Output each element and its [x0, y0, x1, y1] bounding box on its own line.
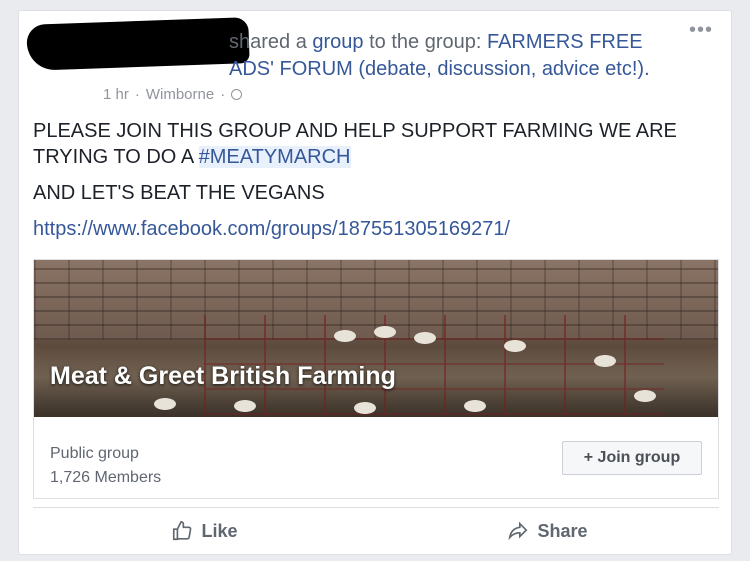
- post-time[interactable]: 1 hr: [103, 86, 129, 103]
- post-url[interactable]: https://www.facebook.com/groups/18755130…: [33, 216, 713, 242]
- post-header-text: shared a group to the group: FARMERS FRE…: [229, 29, 679, 83]
- cover-lamb: [504, 340, 526, 352]
- cover-lamb: [594, 355, 616, 367]
- post-paragraph-1-text: PLEASE JOIN THIS GROUP AND HELP SUPPORT …: [33, 120, 677, 168]
- share-button[interactable]: Share: [376, 511, 719, 551]
- post-card: ••• xxxxxxxxxxxxxxxxxxxxxxxxxxxxx shared…: [18, 10, 732, 555]
- post-actions: Like Share: [33, 511, 719, 551]
- post-paragraph-1: PLEASE JOIN THIS GROUP AND HELP SUPPORT …: [33, 118, 713, 170]
- cover-lamb: [634, 390, 656, 402]
- actions-divider: [33, 507, 719, 508]
- share-arrow-icon: [508, 521, 528, 541]
- hashtag-link[interactable]: #MEATYMARCH: [198, 146, 351, 168]
- cover-lamb: [374, 326, 396, 338]
- group-cover-photo[interactable]: Meat & Greet British Farming: [34, 260, 718, 417]
- cover-lamb: [464, 400, 486, 412]
- group-type: Public group: [50, 445, 139, 462]
- cover-lamb: [234, 400, 256, 412]
- shared-text-pre: shared a: [229, 31, 313, 53]
- cover-lamb: [354, 402, 376, 414]
- group-members: 1,726 Members: [50, 469, 162, 486]
- cover-lamb: [414, 332, 436, 344]
- thumbs-up-icon: [173, 521, 192, 541]
- cover-lamb: [154, 398, 176, 410]
- more-options-icon[interactable]: •••: [689, 20, 713, 40]
- join-group-button[interactable]: + Join group: [562, 441, 702, 475]
- group-attachment[interactable]: Meat & Greet British Farming Public grou…: [33, 259, 719, 499]
- group-name[interactable]: Meat & Greet British Farming: [50, 362, 396, 391]
- post-meta: 1 hr · Wimborne ·: [103, 86, 243, 103]
- share-label: Share: [537, 520, 588, 541]
- group-link[interactable]: group: [312, 31, 363, 53]
- post-paragraph-2: AND LET'S BEAT THE VEGANS: [33, 182, 325, 204]
- group-info: Public group 1,726 Members + Join group: [34, 417, 718, 498]
- post-body: PLEASE JOIN THIS GROUP AND HELP SUPPORT …: [33, 118, 713, 252]
- like-button[interactable]: Like: [33, 511, 376, 551]
- cover-lamb: [334, 330, 356, 342]
- like-label: Like: [201, 520, 238, 541]
- globe-icon: [231, 89, 243, 100]
- post-location[interactable]: Wimborne: [146, 86, 214, 103]
- shared-text-post: to the group:: [363, 31, 487, 53]
